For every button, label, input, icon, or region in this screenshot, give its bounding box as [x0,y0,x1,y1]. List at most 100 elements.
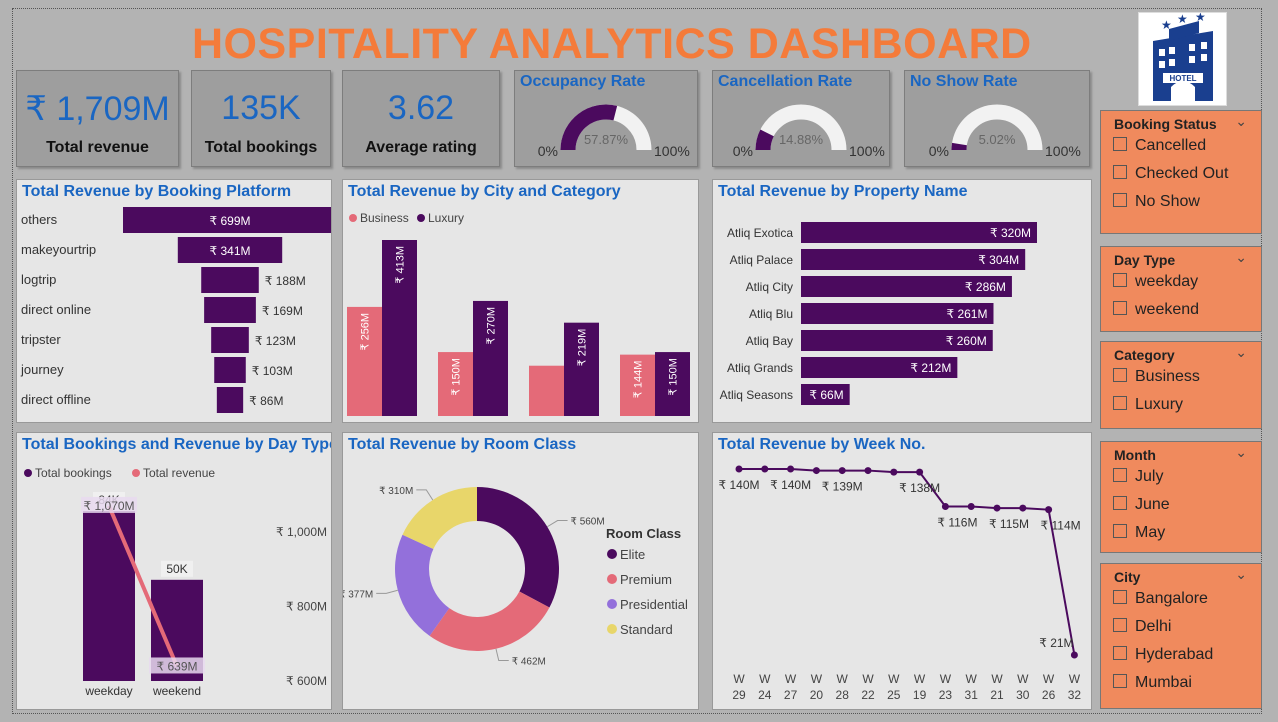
day-type-category-label: weekday [84,684,132,698]
week-point[interactable] [993,504,1001,512]
room-class-slice[interactable] [477,487,559,608]
property-bar-chart: Atliq Exotica ₹ 320M Atliq Palace ₹ 304M Atl… [720,222,1037,405]
day-type-bar[interactable] [83,511,135,681]
checkbox[interactable] [1113,618,1127,632]
week-tick-label: 29 [732,688,746,702]
platform-funnel-chart: others ₹ 699M makeyourtrip ₹ 341M logtrip ₹ 1… [20,207,331,413]
legend-label: Business [360,211,409,225]
slicer-option[interactable]: Bangalore [1113,590,1208,608]
room-class-slice[interactable] [402,487,477,549]
slicer-option-label: Business [1135,368,1200,385]
platform-bar[interactable] [201,267,259,293]
week-data-label: ₹ 140M [770,478,811,492]
week-tick-label: 24 [758,688,772,702]
week-data-label: ₹ 138M [899,481,940,495]
platform-bar[interactable] [216,387,244,413]
slicer-option-label: weekday [1135,273,1199,290]
checkbox[interactable] [1113,301,1127,315]
property-data-label: ₹ 286M [965,280,1006,294]
week-line-chart: W 29 W 24 W 27 W 20 W 28 W 22 W 25 W 19 W 23 W 31 W 21 W 30 W 26 W… [719,465,1081,702]
platform-data-label: ₹ 123M [255,334,296,348]
week-point[interactable] [812,467,820,475]
checkbox[interactable] [1113,646,1127,660]
gauge-min-label: 0% [929,143,949,159]
city-category-bar[interactable] [529,365,564,416]
week-point[interactable] [1019,504,1027,512]
week-point[interactable] [916,468,924,476]
platform-bar[interactable] [214,357,246,383]
week-point[interactable] [1070,651,1078,659]
slicer-option[interactable]: Cancelled [1113,137,1206,155]
slicer-option-label: Bangalore [1135,590,1208,607]
week-tick-label: 26 [1042,688,1056,702]
week-data-label: ₹ 140M [719,478,760,492]
slicer-title: City [1114,569,1141,585]
week-point[interactable] [838,467,846,475]
checkbox[interactable] [1113,165,1127,179]
week-tick-label: W [888,672,900,686]
chevron-down-icon[interactable]: ⌄ [1235,249,1247,266]
chevron-down-icon[interactable]: ⌄ [1235,444,1247,461]
slice-leader-line [495,648,509,661]
slicer-option[interactable]: June [1113,496,1170,514]
slicer-option[interactable]: Luxury [1113,396,1183,414]
slicer-option[interactable]: July [1113,468,1163,486]
slicer-city: City ⌄ Bangalore Delhi Hyderabad Mumbai [1100,563,1262,709]
chevron-down-icon[interactable]: ⌄ [1235,113,1247,130]
slicer-option[interactable]: Delhi [1113,618,1171,636]
week-point[interactable] [864,467,872,475]
week-tick-label: W [1043,672,1055,686]
dashboard-title: HOSPITALITY ANALYTICS DASHBOARD [192,20,1032,68]
slicer-option-label: June [1135,496,1170,513]
slicer-option-label: Hyderabad [1135,646,1214,663]
slicer-option[interactable]: Checked Out [1113,165,1228,183]
week-tick-label: 22 [861,688,875,702]
week-point[interactable] [967,503,975,511]
legend-label: Standard [620,622,673,637]
day-type-category-label: weekend [152,684,201,698]
checkbox[interactable] [1113,137,1127,151]
week-tick-label: W [991,672,1003,686]
room-class-slice[interactable] [429,591,550,651]
slicer-option[interactable]: May [1113,524,1165,542]
slicer-option[interactable]: Hyderabad [1113,646,1213,664]
week-point[interactable] [735,465,743,473]
checkbox[interactable] [1113,193,1127,207]
week-point[interactable] [761,465,769,473]
kpi-value: 135K [221,89,301,127]
week-point[interactable] [941,503,949,511]
week-point[interactable] [1045,506,1053,514]
gauge-min-label: 0% [538,143,558,159]
week-data-label: ₹ 139M [822,480,863,494]
checkbox[interactable] [1113,590,1127,604]
checkbox[interactable] [1113,674,1127,688]
slicer-option[interactable]: Mumbai [1113,674,1192,692]
checkbox[interactable] [1113,396,1127,410]
checkbox[interactable] [1113,368,1127,382]
week-point[interactable] [787,465,795,473]
slicer-option[interactable]: weekend [1113,301,1199,319]
platform-data-label: ₹ 188M [265,274,306,288]
week-tick-label: W [759,672,771,686]
platform-bar[interactable] [211,327,249,353]
kpi-value: 3.62 [387,89,455,127]
slicer-option[interactable]: Business [1113,368,1200,386]
city-category-data-label: ₹ 144M [633,361,645,399]
checkbox[interactable] [1113,468,1127,482]
city-category-data-label: ₹ 413M [395,246,407,284]
checkbox[interactable] [1113,273,1127,287]
slicer-option[interactable]: No Show [1113,193,1200,211]
checkbox[interactable] [1113,496,1127,510]
platform-bar[interactable] [204,297,256,323]
slicer-option[interactable]: weekday [1113,273,1198,291]
week-tick-label: 28 [836,688,850,702]
week-point[interactable] [890,468,898,476]
checkbox[interactable] [1113,524,1127,538]
chevron-down-icon[interactable]: ⌄ [1235,566,1247,583]
platform-label: logtrip [21,272,56,287]
y2-tick-label: ₹ 1,000M [276,525,327,539]
y2-tick-label: ₹ 600M [286,674,327,688]
chevron-down-icon[interactable]: ⌄ [1235,344,1247,361]
hotel-logo: ★ ★ ★ HOTEL [1138,10,1227,106]
gauge-value: 14.88% [779,132,824,147]
